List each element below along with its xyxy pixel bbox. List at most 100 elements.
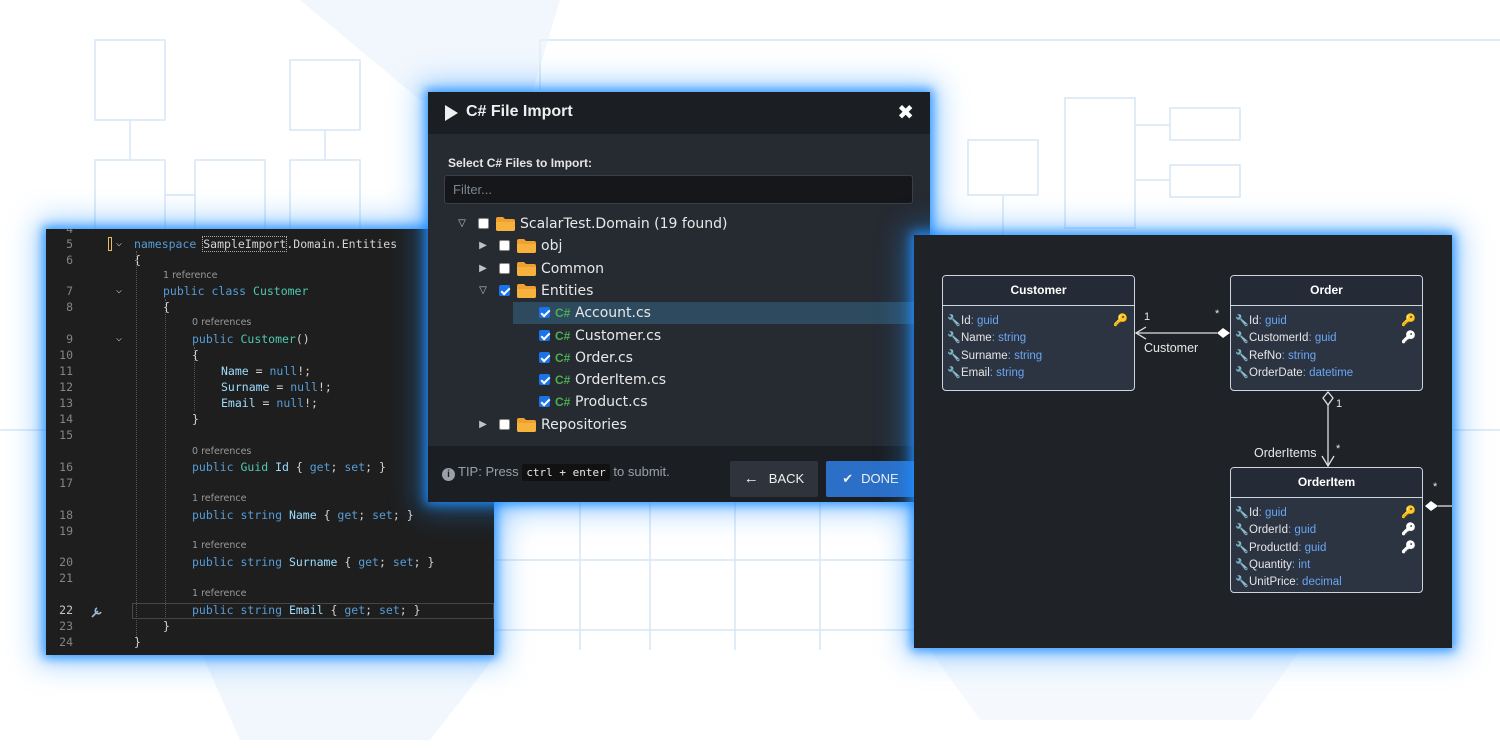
tree-item[interactable]: C# Account.cs xyxy=(513,302,916,325)
code-line[interactable]: 11 Name = null!; xyxy=(46,363,494,379)
entity-property[interactable]: 🔧CustomerId: guid xyxy=(1235,330,1337,347)
code-line[interactable]: 17 xyxy=(46,475,494,491)
tree-checkbox[interactable] xyxy=(499,418,510,430)
close-button[interactable]: ✖ xyxy=(897,100,914,124)
tree-checkbox[interactable] xyxy=(539,329,550,341)
code-line[interactable]: 23} xyxy=(46,618,494,634)
tree-checkbox[interactable] xyxy=(539,396,550,408)
entity-property[interactable]: 🔧OrderId: guid xyxy=(1235,522,1316,539)
filter-input[interactable] xyxy=(444,175,913,204)
tree-checkbox[interactable] xyxy=(499,284,510,296)
code-token: !; xyxy=(297,364,312,378)
property-type: decimal xyxy=(1302,576,1342,589)
tree-item[interactable]: ▶ Common xyxy=(428,258,908,280)
code-line[interactable]: 9 ⌵ public Customer() xyxy=(46,331,494,347)
fold-chevron-icon[interactable]: ⌵ xyxy=(116,283,122,299)
code-line[interactable]: 6{ xyxy=(46,252,494,268)
entity-property[interactable]: 🔧Id: guid xyxy=(947,313,999,330)
tree-item[interactable]: ▶ obj xyxy=(428,235,908,257)
property-name: OrderId xyxy=(1249,524,1288,537)
code-line[interactable]: 21 xyxy=(46,570,494,586)
orderitems-relation-label: OrderItems xyxy=(1254,446,1317,460)
codelens-references[interactable]: 1 reference xyxy=(163,269,217,283)
entity-property[interactable]: 🔧Quantity: int xyxy=(1235,557,1310,574)
entity-property[interactable]: 🔧Email: string xyxy=(947,365,1024,382)
tree-item-label: Repositories xyxy=(541,416,627,433)
code-line[interactable]: 13 Email = null!; xyxy=(46,395,494,411)
indent-guide xyxy=(165,299,166,619)
codelens-references[interactable]: 0 references xyxy=(192,445,251,459)
csharp-file-icon: C# xyxy=(555,373,571,388)
property-name: Id xyxy=(1249,507,1259,519)
property-type: string xyxy=(1288,349,1317,362)
entity-property[interactable]: 🔧ProductId: guid xyxy=(1235,540,1326,557)
check-icon: ✔ xyxy=(842,471,854,486)
property-type: datetime xyxy=(1309,366,1354,379)
tree-item[interactable]: C# Product.cs xyxy=(428,391,908,413)
code-token: () xyxy=(295,332,310,346)
entity-property[interactable]: 🔧OrderDate: datetime xyxy=(1235,365,1353,382)
entity-property[interactable]: 🔧RefNo: string xyxy=(1235,348,1316,365)
entity-property[interactable]: 🔧UnitPrice: decimal xyxy=(1235,574,1342,591)
property-type: string xyxy=(998,332,1027,345)
code-line[interactable]: 10{ xyxy=(46,347,494,363)
code-token: Customer xyxy=(253,284,309,298)
codelens-references[interactable]: 1 reference xyxy=(192,587,246,601)
entity-property[interactable]: 🔧Id: guid xyxy=(1235,313,1287,330)
code-line[interactable]: 12 Surname = null!; xyxy=(46,379,494,395)
code-line[interactable]: 24} xyxy=(46,634,494,650)
tree-checkbox[interactable] xyxy=(499,240,510,252)
tree-item[interactable]: C# Customer.cs xyxy=(428,325,908,347)
code-line[interactable]: 20 public string Surname { get; set; } xyxy=(46,554,494,570)
fold-chevron-icon[interactable]: ⌵ xyxy=(116,331,122,347)
code-line[interactable]: 19 xyxy=(46,523,494,539)
tree-item[interactable]: ▽ ScalarTest.Domain (19 found) xyxy=(428,213,908,235)
code-line[interactable]: 5 ⌵ namespace SampleImport.Domain.Entities xyxy=(46,236,494,252)
entity-property[interactable]: 🔧Name: string xyxy=(947,330,1026,347)
code-token: ; } xyxy=(413,555,435,569)
property-type: guid xyxy=(1304,541,1327,554)
collapse-arrow-icon[interactable]: ▽ xyxy=(456,213,468,235)
entity-property[interactable]: 🔧Surname: string xyxy=(947,348,1042,365)
code-line[interactable]: 8{ xyxy=(46,299,494,315)
quick-action-icon[interactable] xyxy=(90,605,104,619)
collapse-arrow-icon[interactable]: ▽ xyxy=(477,280,489,302)
tree-checkbox[interactable] xyxy=(499,262,510,274)
codelens-references[interactable]: 1 reference xyxy=(192,492,246,506)
wrench-icon: 🔧 xyxy=(1235,558,1249,571)
back-button[interactable]: ← BACK xyxy=(730,461,818,497)
entity-title: Customer xyxy=(943,276,1134,306)
tree-item[interactable]: ▶ Repositories xyxy=(428,414,908,436)
line-number: 23 xyxy=(59,619,73,633)
done-button[interactable]: ✔ DONE xyxy=(826,461,915,497)
code-line[interactable]: 15 xyxy=(46,427,494,443)
tree-item[interactable]: C# Order.cs xyxy=(428,347,908,369)
expand-arrow-icon[interactable]: ▶ xyxy=(477,235,489,257)
expand-arrow-icon[interactable]: ▶ xyxy=(477,258,489,280)
fold-chevron-icon[interactable]: ⌵ xyxy=(116,236,122,252)
entity-customer[interactable]: Customer 🔧Id: guid 🔑 🔧Name: string 🔧Surname:… xyxy=(942,275,1135,391)
property-name: OrderDate xyxy=(1249,366,1303,379)
tree-checkbox[interactable] xyxy=(539,351,550,363)
tree-item[interactable]: C# OrderItem.cs xyxy=(428,369,908,391)
code-line[interactable]: 7 ⌵ public class Customer xyxy=(46,283,494,299)
property-name: CustomerId xyxy=(1249,332,1309,345)
tree-checkbox[interactable] xyxy=(539,307,550,319)
code-line[interactable]: 16 public Guid Id { get; set; } xyxy=(46,459,494,475)
code-token: public xyxy=(192,555,241,569)
expand-arrow-icon[interactable]: ▶ xyxy=(477,414,489,436)
tree-checkbox[interactable] xyxy=(478,218,489,229)
code-token: = xyxy=(248,364,270,378)
code-token: class xyxy=(211,284,254,298)
codelens-references[interactable]: 0 references xyxy=(192,316,251,330)
tree-checkbox[interactable] xyxy=(539,374,550,386)
code-line[interactable]: 18 public string Name { get; set; } xyxy=(46,507,494,523)
code-line[interactable]: 14} xyxy=(46,411,494,427)
entity-orderitem[interactable]: OrderItem 🔧Id: guid 🔑 🔧OrderId: guid 🔑 🔧Produ… xyxy=(1230,467,1423,593)
entity-property[interactable]: 🔧Id: guid xyxy=(1235,505,1287,522)
codelens-references[interactable]: 1 reference xyxy=(192,539,246,553)
tree-item[interactable]: ▽ Entities xyxy=(428,280,908,302)
line-number: 13 xyxy=(59,396,73,410)
entity-order[interactable]: Order 🔧Id: guid 🔑 🔧CustomerId: guid 🔑 🔧RefNo:… xyxy=(1230,275,1423,391)
code-token: Id xyxy=(275,460,289,474)
